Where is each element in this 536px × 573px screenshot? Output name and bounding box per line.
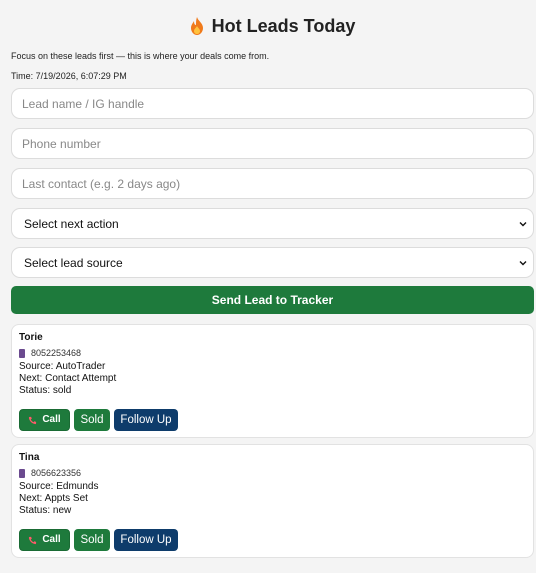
call-label: Call xyxy=(42,534,61,545)
lead-name: Tina xyxy=(19,452,40,463)
chevron-down-icon xyxy=(519,221,527,226)
header: Hot Leads Today xyxy=(11,0,534,52)
follow-up-button[interactable]: Follow Up xyxy=(114,409,178,431)
lead-next-action: Next: Appts Set xyxy=(19,493,88,504)
page-title: Hot Leads Today xyxy=(211,15,356,36)
handset-icon xyxy=(29,416,37,424)
call-label: Call xyxy=(42,414,61,425)
lead-phone: 8056623356 xyxy=(31,468,82,478)
fire-icon xyxy=(190,17,203,35)
lead-next-action: Next: Contact Attempt xyxy=(19,373,117,384)
call-button[interactable]: Call xyxy=(19,409,70,431)
lead-card: Torie 8052253468 Source: AutoTrader Next… xyxy=(11,324,534,438)
lead-actions: Call Sold Follow Up xyxy=(19,409,526,431)
lead-source: Source: Edmunds xyxy=(19,481,99,492)
lead-phone-row: 8056623356 xyxy=(19,467,526,479)
lead-name: Torie xyxy=(19,332,43,343)
lead-actions: Call Sold Follow Up xyxy=(19,529,526,551)
lead-source: Source: AutoTrader xyxy=(19,361,106,372)
lead-status: Status: sold xyxy=(19,385,72,396)
call-button[interactable]: Call xyxy=(19,529,70,551)
phone-icon xyxy=(19,348,25,358)
tagline: Focus on these leads first — this is whe… xyxy=(11,51,270,61)
lead-source-value: Select lead source xyxy=(24,255,123,270)
send-lead-button[interactable]: Send Lead to Tracker xyxy=(11,286,534,314)
lead-source-select[interactable]: Select lead source xyxy=(11,247,534,278)
lead-phone: 8052253468 xyxy=(31,348,82,358)
time-readout: Time: 7/19/2026, 6:07:29 PM xyxy=(11,71,127,81)
phone-icon xyxy=(19,468,25,478)
chevron-down-icon xyxy=(519,260,527,265)
phone-number-input[interactable] xyxy=(11,128,534,159)
last-contact-input[interactable] xyxy=(11,168,534,199)
lead-card: Tina 8056623356 Source: Edmunds Next: Ap… xyxy=(11,444,534,558)
lead-name-input[interactable] xyxy=(11,88,534,119)
follow-up-button[interactable]: Follow Up xyxy=(114,529,178,551)
lead-status: Status: new xyxy=(19,505,72,516)
sold-button[interactable]: Sold xyxy=(74,529,110,551)
handset-icon xyxy=(29,536,37,544)
lead-phone-row: 8052253468 xyxy=(19,347,526,359)
next-action-select[interactable]: Select next action xyxy=(11,208,534,239)
sold-button[interactable]: Sold xyxy=(74,409,110,431)
hot-leads-page: Hot Leads Today Focus on these leads fir… xyxy=(0,0,536,573)
next-action-value: Select next action xyxy=(24,216,119,231)
